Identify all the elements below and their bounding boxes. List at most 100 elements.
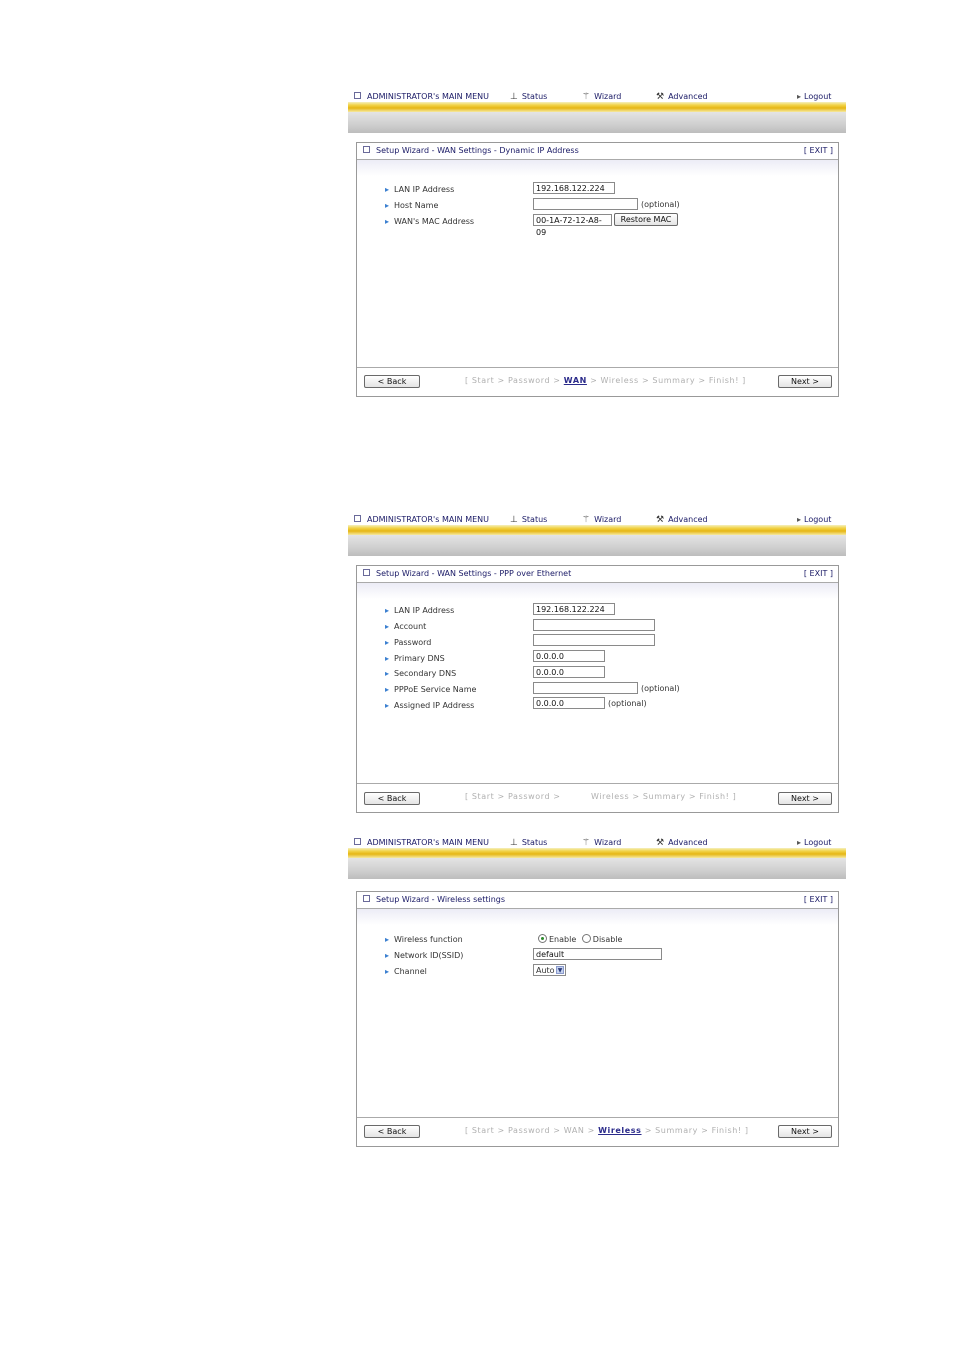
square-icon: [354, 92, 361, 99]
step-current[interactable]: WAN: [564, 376, 587, 385]
wireless-function-label: Wireless function: [385, 935, 463, 944]
wizard-icon: ⚚: [582, 515, 591, 525]
back-button[interactable]: < Back: [364, 792, 420, 805]
chevron-down-icon: ▼: [556, 966, 564, 974]
host-name-field[interactable]: [533, 198, 638, 210]
menu-gray-bar: [348, 535, 846, 556]
logout-link[interactable]: ▸ Logout: [797, 838, 831, 848]
menu-gold-bar: [348, 102, 846, 112]
mac-label: WAN's MAC Address: [385, 217, 474, 226]
wizard-panel: Setup Wizard - WAN Settings - PPP over E…: [356, 565, 839, 813]
menu-gray-bar: [348, 112, 846, 133]
arrow-right-icon: ▸: [797, 838, 802, 847]
advanced-label: Advanced: [668, 92, 708, 101]
logout-link[interactable]: ▸ Logout: [797, 515, 831, 525]
panel-title-text: Setup Wizard - Wireless settings: [376, 895, 506, 904]
host-name-label: Host Name: [385, 201, 438, 210]
wizard-link[interactable]: ⚚ Wizard: [582, 92, 621, 102]
status-link[interactable]: ⊥ Status: [510, 92, 547, 102]
panel-header: Setup Wizard - WAN Settings - Dynamic IP…: [357, 143, 838, 160]
steps-after: > Wireless > Summary > Finish! ]: [590, 376, 746, 385]
ssid-label: Network ID(SSID): [385, 951, 463, 960]
disable-label: Disable: [592, 935, 623, 944]
disable-radio[interactable]: [581, 934, 591, 943]
step-indicator-left: [ Start > Password >: [465, 792, 561, 801]
password-field[interactable]: [533, 634, 655, 646]
pppoe-service-field[interactable]: [533, 682, 638, 694]
status-icon: ⊥: [510, 515, 518, 525]
main-menu-label: ADMINISTRATOR's MAIN MENU: [367, 838, 489, 847]
secondary-dns-field[interactable]: 0.0.0.0: [533, 666, 605, 678]
wizard-link[interactable]: ⚚ Wizard: [582, 838, 621, 848]
exit-link[interactable]: [ EXIT ]: [804, 895, 833, 904]
channel-select[interactable]: Auto ▼: [533, 964, 566, 976]
panel-subheader: [357, 583, 838, 599]
logout-label: Logout: [804, 515, 832, 524]
account-field[interactable]: [533, 619, 655, 631]
status-icon: ⊥: [510, 92, 518, 102]
primary-dns-field[interactable]: 0.0.0.0: [533, 650, 605, 662]
account-label: Account: [385, 622, 426, 631]
advanced-link[interactable]: ⚒ Advanced: [656, 515, 708, 525]
enable-label: Enable: [549, 935, 577, 944]
main-menu-link[interactable]: ADMINISTRATOR's MAIN MENU: [354, 515, 489, 525]
status-link[interactable]: ⊥ Status: [510, 515, 547, 525]
exit-link[interactable]: [ EXIT ]: [804, 146, 833, 155]
wizard-panel: Setup Wizard - WAN Settings - Dynamic IP…: [356, 142, 839, 397]
optional-note: (optional): [608, 699, 647, 708]
screen-wireless: ADMINISTRATOR's MAIN MENU ⊥ Status ⚚ Wizar…: [348, 837, 846, 1149]
exit-link[interactable]: [ EXIT ]: [804, 569, 833, 578]
lan-ip-label: LAN IP Address: [385, 606, 454, 615]
advanced-icon: ⚒: [656, 92, 665, 102]
status-link[interactable]: ⊥ Status: [510, 838, 547, 848]
panel-title: Setup Wizard - WAN Settings - PPP over E…: [363, 569, 571, 578]
advanced-link[interactable]: ⚒ Advanced: [656, 92, 708, 102]
wizard-panel: Setup Wizard - Wireless settings [ EXIT …: [356, 891, 839, 1147]
advanced-label: Advanced: [668, 515, 708, 524]
panel-title-text: Setup Wizard - WAN Settings - PPP over E…: [376, 569, 572, 578]
panel-header: Setup Wizard - Wireless settings [ EXIT …: [357, 892, 838, 909]
assigned-ip-label: Assigned IP Address: [385, 701, 474, 710]
channel-value: Auto: [536, 966, 555, 975]
wizard-link[interactable]: ⚚ Wizard: [582, 515, 621, 525]
lan-ip-field[interactable]: 192.168.122.224: [533, 603, 615, 615]
panel-footer: < Back [ Start > Password > WAN > Wirele…: [357, 1117, 838, 1146]
main-menu-label: ADMINISTRATOR's MAIN MENU: [367, 92, 489, 101]
main-menu-label: ADMINISTRATOR's MAIN MENU: [367, 515, 489, 524]
ssid-field[interactable]: default: [533, 948, 662, 960]
next-button[interactable]: Next >: [778, 792, 832, 805]
lan-ip-field[interactable]: 192.168.122.224: [533, 182, 615, 194]
restore-mac-button[interactable]: Restore MAC: [614, 213, 678, 226]
assigned-ip-field[interactable]: 0.0.0.0: [533, 697, 605, 709]
logout-link[interactable]: ▸ Logout: [797, 92, 831, 102]
step-current[interactable]: Wireless: [598, 1126, 641, 1135]
panel-subheader: [357, 160, 838, 176]
square-icon: [354, 515, 361, 522]
status-label: Status: [521, 515, 548, 524]
secondary-dns-label: Secondary DNS: [385, 669, 456, 678]
square-icon: [363, 146, 370, 153]
main-menu-link[interactable]: ADMINISTRATOR's MAIN MENU: [354, 92, 489, 102]
pppoe-service-label: PPPoE Service Name: [385, 685, 476, 694]
next-button[interactable]: Next >: [778, 375, 832, 388]
primary-dns-label: Primary DNS: [385, 654, 445, 663]
advanced-icon: ⚒: [656, 838, 665, 848]
advanced-link[interactable]: ⚒ Advanced: [656, 838, 708, 848]
screen-dynamic-ip: ADMINISTRATOR's MAIN MENU ⊥ Status ⚚ Wizar…: [348, 91, 846, 401]
back-button[interactable]: < Back: [364, 1125, 420, 1138]
menu-gold-bar: [348, 525, 846, 535]
back-button[interactable]: < Back: [364, 375, 420, 388]
main-menu-link[interactable]: ADMINISTRATOR's MAIN MENU: [354, 838, 489, 848]
screen-pppoe: ADMINISTRATOR's MAIN MENU ⊥ Status ⚚ Wizar…: [348, 514, 846, 816]
wizard-icon: ⚚: [582, 92, 591, 102]
status-label: Status: [521, 92, 548, 101]
step-indicator-right: Wireless > Summary > Finish! ]: [591, 792, 737, 801]
enable-radio[interactable]: [538, 934, 547, 943]
channel-label: Channel: [385, 967, 427, 976]
status-icon: ⊥: [510, 838, 518, 848]
next-button[interactable]: Next >: [778, 1125, 832, 1138]
mac-field[interactable]: 00-1A-72-12-A8-09: [533, 214, 612, 237]
optional-note: (optional): [641, 200, 680, 209]
logout-label: Logout: [804, 92, 832, 101]
square-icon: [363, 895, 370, 902]
